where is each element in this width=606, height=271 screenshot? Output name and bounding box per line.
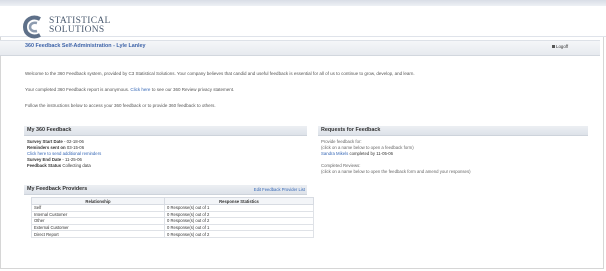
- requests-body: Provide feedback for: (click on a name b…: [318, 136, 588, 178]
- feedback-status-value: Collecting data: [62, 162, 91, 168]
- lock-icon: [552, 45, 555, 49]
- logoff-label: Logoff: [556, 44, 569, 49]
- completed-reviews-hint: (click on a name below to open the feedb…: [321, 168, 471, 174]
- pending-request-link[interactable]: Sandra Mikels: [321, 151, 348, 156]
- header: STATISTICAL SOLUTIONS: [0, 6, 606, 39]
- feedback-status-row: Feedback Status Collecting data: [27, 163, 304, 169]
- providers-table: Relationship Response Statistics Self 0 …: [31, 197, 314, 238]
- feedback-status-label: Feedback Status: [27, 162, 62, 168]
- table-row: Direct Report 0 Response(s) out of 2: [31, 230, 314, 238]
- providers-header-row: Relationship Response Statistics: [31, 197, 314, 205]
- edit-provider-list-link[interactable]: Edit Feedback Provider List: [254, 185, 305, 194]
- brand-name: STATISTICAL SOLUTIONS: [49, 16, 111, 35]
- response-cell: 0 Response(s) out of 2: [164, 230, 314, 238]
- c3-swirl-logo: [22, 15, 41, 39]
- relationship-cell: Other: [31, 217, 165, 225]
- providers-panel: My Feedback Providers Edit Feedback Prov…: [24, 185, 307, 197]
- response-cell: 0 Response(s) out of 1: [164, 204, 314, 212]
- title-bar: 360 Feedback Self-Administration - Lyle …: [0, 40, 600, 56]
- intro-anonymous-text: Your completed 360 Feedback report is an…: [25, 87, 130, 92]
- response-cell: 0 Response(s) out of 2: [164, 210, 314, 219]
- intro-instructions: Follow the instructions below to access …: [25, 103, 216, 108]
- reminders-value: 03-15-06: [66, 144, 85, 150]
- survey-end-label: Survey End Date: [27, 156, 62, 162]
- my-feedback-heading: My 360 Feedback: [24, 126, 307, 136]
- survey-start-label: Survey Start Date: [27, 139, 63, 144]
- my-feedback-panel: My 360 Feedback Survey Start Date - 02-1…: [24, 126, 307, 182]
- relationship-cell: External Customer: [31, 223, 165, 232]
- intro-anonymous: Your completed 360 Feedback report is an…: [25, 87, 234, 92]
- intro-privacy-text: to see our 360 Review privacy statement.: [151, 87, 235, 92]
- survey-end-value: - 11-25-06: [62, 156, 82, 162]
- requests-panel: Requests for Feedback Provide feedback f…: [318, 126, 588, 186]
- response-cell: 0 Response(s) out of 1: [164, 223, 314, 232]
- relationship-cell: Direct Report: [31, 230, 165, 238]
- pending-request-due: completed by 11-05-06: [349, 150, 394, 156]
- table-row: Other 0 Response(s) out of 2: [31, 217, 314, 225]
- relationship-cell: Internal Customer: [31, 210, 165, 219]
- response-cell: 0 Response(s) out of 2: [164, 217, 314, 225]
- privacy-link[interactable]: Click here: [130, 87, 150, 92]
- my-feedback-body: Survey Start Date - 02-18-06 Reminders s…: [24, 136, 307, 172]
- table-row: External Customer 0 Response(s) out of 1: [31, 223, 314, 232]
- providers-heading: My Feedback Providers: [27, 186, 88, 192]
- requests-heading: Requests for Feedback: [318, 126, 588, 136]
- intro-welcome: Welcome to the 360 Feedback system, prov…: [25, 71, 415, 76]
- column-header-relationship: Relationship: [31, 197, 165, 205]
- brand-line2: SOLUTIONS: [49, 25, 105, 35]
- table-row: Self 0 Response(s) out of 1: [31, 204, 314, 212]
- page-title: 360 Feedback Self-Administration - Lyle …: [25, 43, 146, 49]
- survey-start-value: - 02-18-06: [64, 139, 84, 144]
- reminders-label: Reminders sent on: [27, 144, 66, 150]
- column-header-response-statistics: Response Statistics: [164, 197, 314, 205]
- relationship-cell: Self: [31, 204, 165, 212]
- table-row: Internal Customer 0 Response(s) out of 2: [31, 210, 314, 219]
- providers-heading-bar: My Feedback Providers Edit Feedback Prov…: [24, 185, 307, 195]
- logoff-link[interactable]: Logoff: [552, 44, 568, 49]
